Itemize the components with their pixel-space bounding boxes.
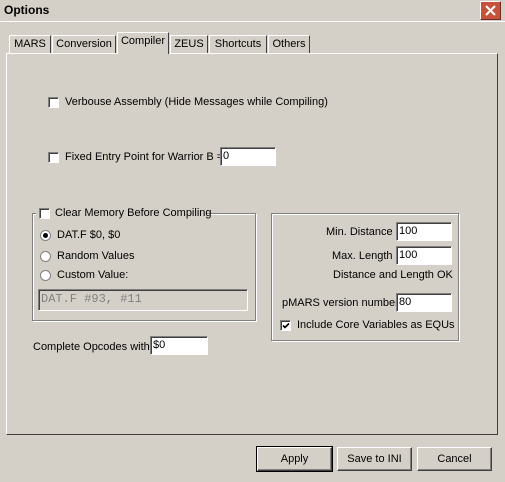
distance-status-text: Distance and Length OK [333, 269, 453, 281]
tab-zeus[interactable]: ZEUS [170, 35, 208, 53]
clear-memory-checkbox[interactable] [39, 208, 50, 219]
pmars-version-input[interactable]: 80 [396, 293, 452, 312]
fixed-entry-checkbox[interactable] [48, 152, 59, 163]
radio-selected-dot [43, 233, 48, 238]
tab-label: Others [272, 38, 306, 50]
pmars-version-label: pMARS version number [282, 297, 399, 309]
tab-shortcuts[interactable]: Shortcuts [209, 35, 267, 53]
radio-dat-f[interactable] [40, 230, 51, 241]
tab-label: MARS [14, 38, 46, 50]
fixed-entry-input[interactable]: 0 [220, 147, 276, 166]
radio-custom-value[interactable] [40, 270, 51, 281]
custom-value-input[interactable]: DAT.F #93, #11 [38, 289, 248, 311]
radio-random-values-label: Random Values [57, 250, 135, 262]
radio-custom-value-label: Custom Value: [57, 269, 129, 281]
complete-opcodes-input[interactable]: $0 [150, 336, 208, 355]
window-title: Options [4, 3, 50, 17]
tab-label: ZEUS [174, 38, 204, 50]
apply-button[interactable]: Apply [256, 446, 333, 472]
min-distance-input[interactable]: 100 [396, 222, 452, 241]
include-core-label: Include Core Variables as EQUs [297, 319, 455, 331]
radio-random-values[interactable] [40, 251, 51, 262]
include-core-checkbox[interactable] [280, 320, 291, 331]
fixed-entry-label: Fixed Entry Point for Warrior B = [65, 151, 224, 163]
save-to-ini-button[interactable]: Save to INI [337, 447, 412, 471]
tab-compiler[interactable]: Compiler [117, 32, 169, 54]
verbose-assembly-label: Verbouse Assembly (Hide Messages while C… [65, 96, 328, 108]
window-frame [0, 21, 505, 22]
max-length-input[interactable]: 100 [396, 246, 452, 265]
close-button[interactable] [480, 1, 501, 20]
complete-opcodes-label: Complete Opcodes with [33, 341, 150, 353]
min-distance-label: Min. Distance [326, 226, 393, 238]
max-length-label: Max. Length [332, 250, 393, 262]
cancel-button[interactable]: Cancel [417, 447, 492, 471]
verbose-assembly-checkbox[interactable] [48, 97, 59, 108]
clear-memory-label: Clear Memory Before Compiling [55, 207, 212, 219]
tab-conversion[interactable]: Conversion [52, 35, 116, 53]
tab-label: Conversion [56, 38, 112, 50]
radio-dat-f-label: DAT.F $0, $0 [57, 229, 121, 241]
tab-others[interactable]: Others [268, 35, 310, 53]
tab-label: Shortcuts [214, 38, 262, 50]
tab-mars[interactable]: MARS [9, 35, 51, 53]
tab-label: Compiler [120, 35, 165, 47]
title-bar: Options [0, 0, 505, 21]
